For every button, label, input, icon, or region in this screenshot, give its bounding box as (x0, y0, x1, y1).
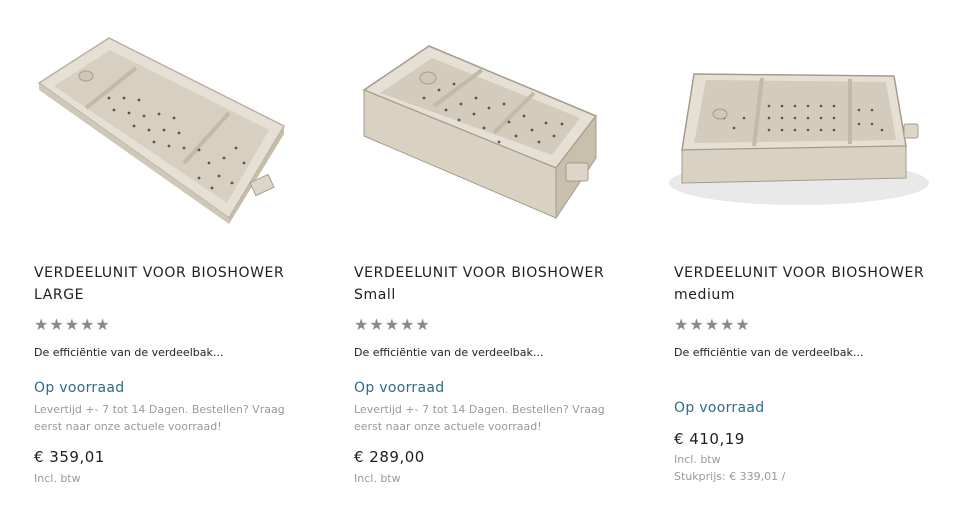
star-icon: ★ (704, 315, 720, 334)
product-image[interactable] (654, 18, 944, 228)
product-price: € 410,19 (674, 430, 745, 448)
product-title[interactable]: VERDEELUNIT VOOR BIOSHOWER Small (354, 262, 624, 306)
vat-label: Incl. btw (354, 472, 401, 485)
delivery-line: Levertijd +- 7 tot 14 Dagen. Bestellen? … (354, 403, 605, 416)
delivery-line: eerst naar onze actuele voorraad! (34, 420, 222, 433)
title-line[interactable]: VERDEELUNIT VOOR BIOSHOWER (354, 262, 624, 284)
star-icon: ★ (369, 315, 384, 334)
unit-price: Stukprijs: € 339,01 / (674, 470, 786, 483)
star-icon: ★ (384, 315, 400, 334)
product-description: De efficiëntie van de verdeelbak... (34, 346, 224, 359)
star-icon: ★ (720, 315, 735, 334)
product-image[interactable] (14, 18, 304, 228)
star-icon: ★ (415, 315, 430, 334)
product-description: De efficiëntie van de verdeelbak... (674, 346, 864, 359)
title-line[interactable]: Small (354, 284, 624, 306)
delivery-info: Levertijd +- 7 tot 14 Dagen. Bestellen? … (34, 401, 299, 435)
delivery-line: eerst naar onze actuele voorraad! (354, 420, 542, 433)
product-card[interactable]: VERDEELUNIT VOOR BIOSHOWER Small ★ ★ ★ ★… (334, 0, 624, 520)
vat-label: Incl. btw (34, 472, 81, 485)
product-card[interactable]: VERDEELUNIT VOOR BIOSHOWER LARGE ★ ★ ★ ★… (14, 0, 304, 520)
star-icon: ★ (689, 315, 704, 334)
star-icon: ★ (95, 315, 110, 334)
delivery-info: Levertijd +- 7 tot 14 Dagen. Bestellen? … (354, 401, 619, 435)
product-title[interactable]: VERDEELUNIT VOOR BIOSHOWER LARGE (34, 262, 304, 306)
product-description: De efficiëntie van de verdeelbak... (354, 346, 544, 359)
star-icon: ★ (64, 315, 80, 334)
product-title[interactable]: VERDEELUNIT VOOR BIOSHOWER medium (674, 262, 944, 306)
star-icon: ★ (34, 315, 49, 334)
star-icon: ★ (674, 315, 689, 334)
star-icon: ★ (80, 315, 95, 334)
rating-stars: ★ ★ ★ ★ ★ (354, 316, 430, 334)
star-icon: ★ (400, 315, 415, 334)
vat-label: Incl. btw (674, 453, 721, 466)
product-image[interactable] (334, 18, 624, 228)
star-icon: ★ (49, 315, 64, 334)
stock-status: Op voorraad (354, 380, 445, 396)
rating-stars: ★ ★ ★ ★ ★ (674, 316, 750, 334)
title-line[interactable]: VERDEELUNIT VOOR BIOSHOWER (674, 262, 944, 284)
product-price: € 359,01 (34, 448, 105, 466)
stock-status: Op voorraad (674, 400, 765, 416)
delivery-line: Levertijd +- 7 tot 14 Dagen. Bestellen? … (34, 403, 285, 416)
star-icon: ★ (735, 315, 750, 334)
title-line[interactable]: medium (674, 284, 944, 306)
product-price: € 289,00 (354, 448, 425, 466)
box-large-photo (37, 37, 286, 224)
title-line[interactable]: VERDEELUNIT VOOR BIOSHOWER (34, 262, 304, 284)
box-medium-photo (669, 73, 929, 205)
stock-status: Op voorraad (34, 380, 125, 396)
rating-stars: ★ ★ ★ ★ ★ (34, 316, 110, 334)
product-card[interactable]: VERDEELUNIT VOOR BIOSHOWER medium ★ ★ ★ … (654, 0, 944, 520)
title-line[interactable]: LARGE (34, 284, 304, 306)
box-small-photo (362, 45, 598, 220)
star-icon: ★ (354, 315, 369, 334)
